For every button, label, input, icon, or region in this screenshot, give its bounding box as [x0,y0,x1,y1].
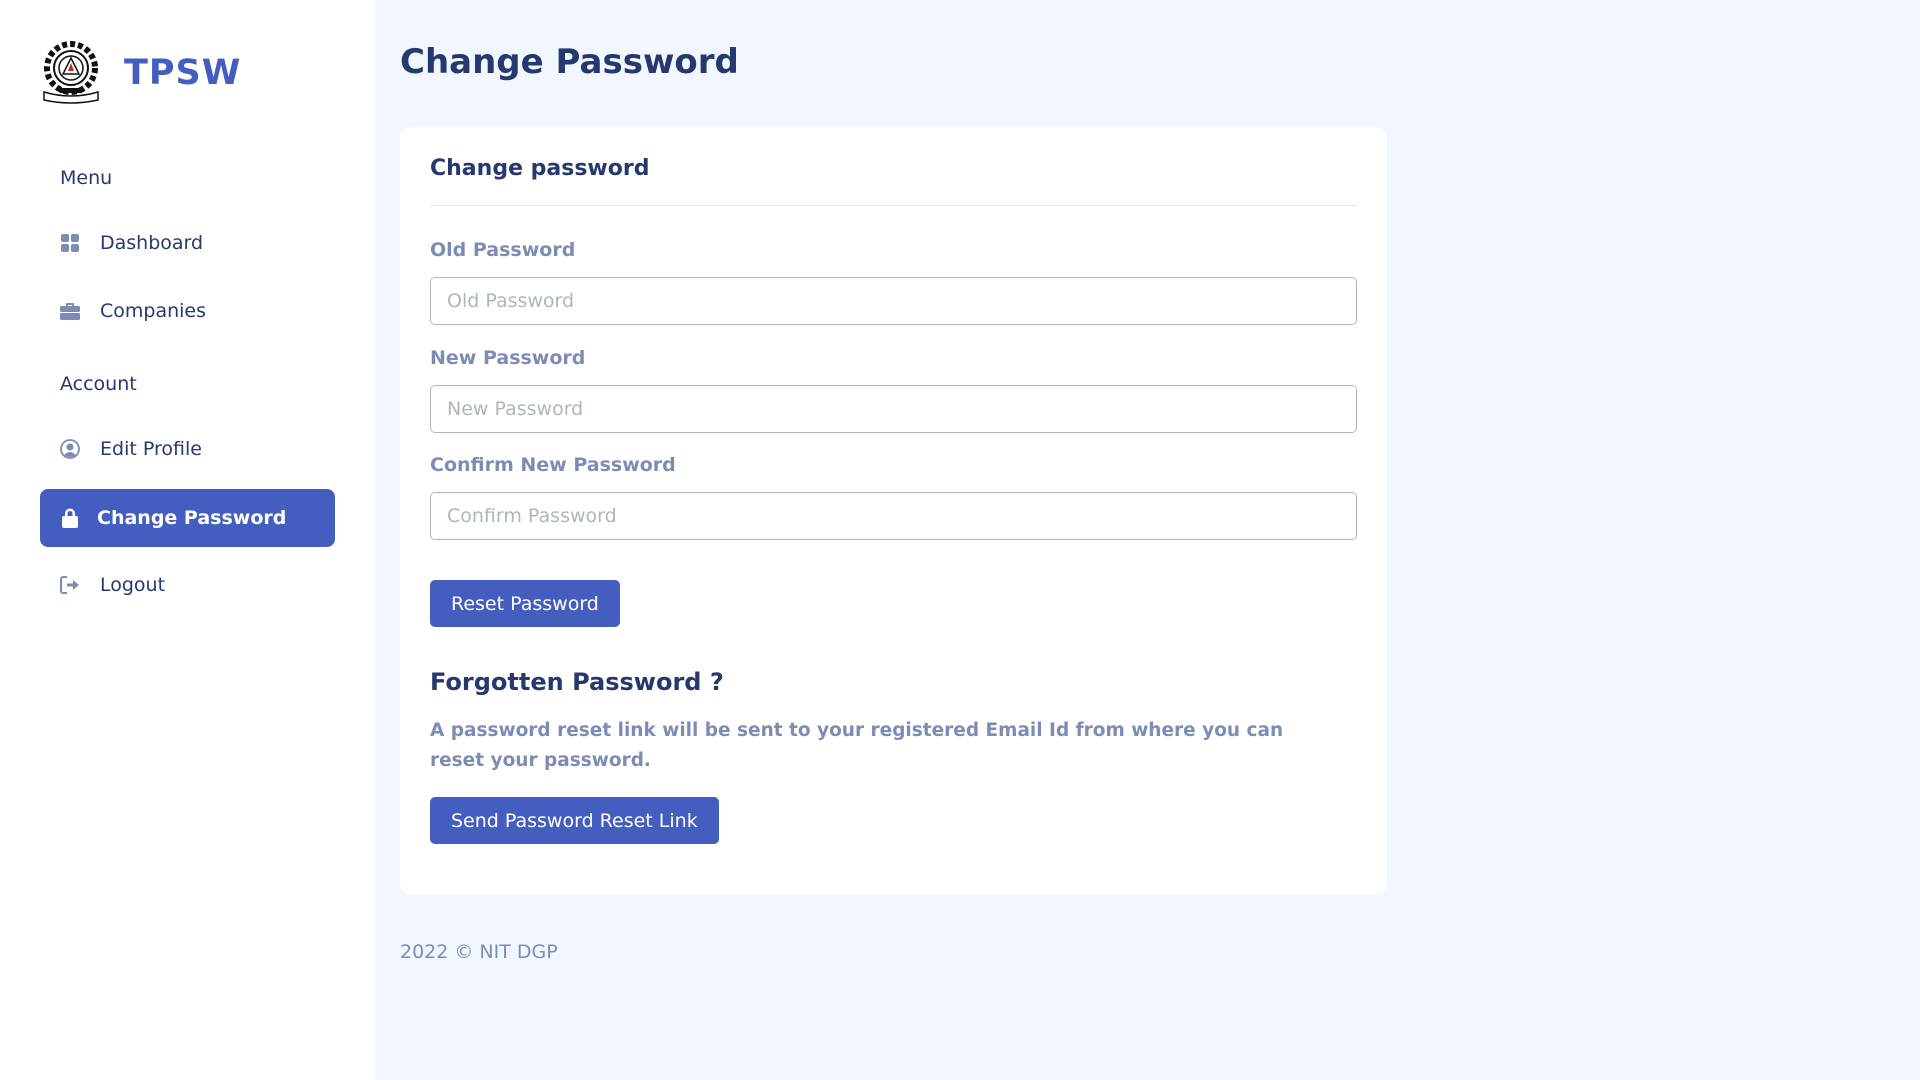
account-section-title: Account [60,373,137,395]
sidebar-item-logout[interactable]: Logout [40,556,335,614]
sidebar-item-change-password[interactable]: Change Password [40,489,335,547]
new-password-input[interactable] [430,385,1357,433]
brand-name: TPSW [124,53,242,93]
lock-icon [60,508,80,528]
sidebar: TPSW Menu Dashboard Companies Account Ed… [0,0,375,1080]
sidebar-item-label: Companies [100,300,207,322]
logout-icon [60,575,80,595]
nit-emblem-icon [38,40,104,106]
send-reset-link-button[interactable]: Send Password Reset Link [430,797,719,844]
forgotten-password-title: Forgotten Password ? [430,668,724,696]
sidebar-item-label: Change Password [97,507,287,529]
confirm-password-label: Confirm New Password [430,454,676,476]
page-title: Change Password [400,42,739,82]
sidebar-item-label: Logout [100,574,166,596]
sidebar-item-dashboard[interactable]: Dashboard [40,214,335,272]
old-password-input[interactable] [430,277,1357,325]
briefcase-icon [60,301,80,321]
forgotten-password-description: A password reset link will be sent to yo… [430,720,1284,771]
reset-password-button[interactable]: Reset Password [430,580,620,627]
logo[interactable]: TPSW [38,40,241,106]
grid-icon [60,233,80,253]
new-password-label: New Password [430,347,586,369]
sidebar-item-edit-profile[interactable]: Edit Profile [40,420,335,478]
confirm-password-input[interactable] [430,492,1357,540]
sidebar-item-companies[interactable]: Companies [40,282,335,340]
card-divider [430,205,1357,206]
sidebar-item-label: Dashboard [100,232,204,254]
old-password-label: Old Password [430,239,576,261]
user-circle-icon [60,439,80,459]
menu-section-title: Menu [60,167,113,189]
change-password-card: Change password Old Password New Passwor… [400,127,1387,895]
footer-copyright: 2022 © NIT DGP [400,941,558,963]
sidebar-item-label: Edit Profile [100,438,202,460]
main-content: Change Password Change password Old Pass… [375,0,1920,1080]
card-title: Change password [430,156,650,181]
